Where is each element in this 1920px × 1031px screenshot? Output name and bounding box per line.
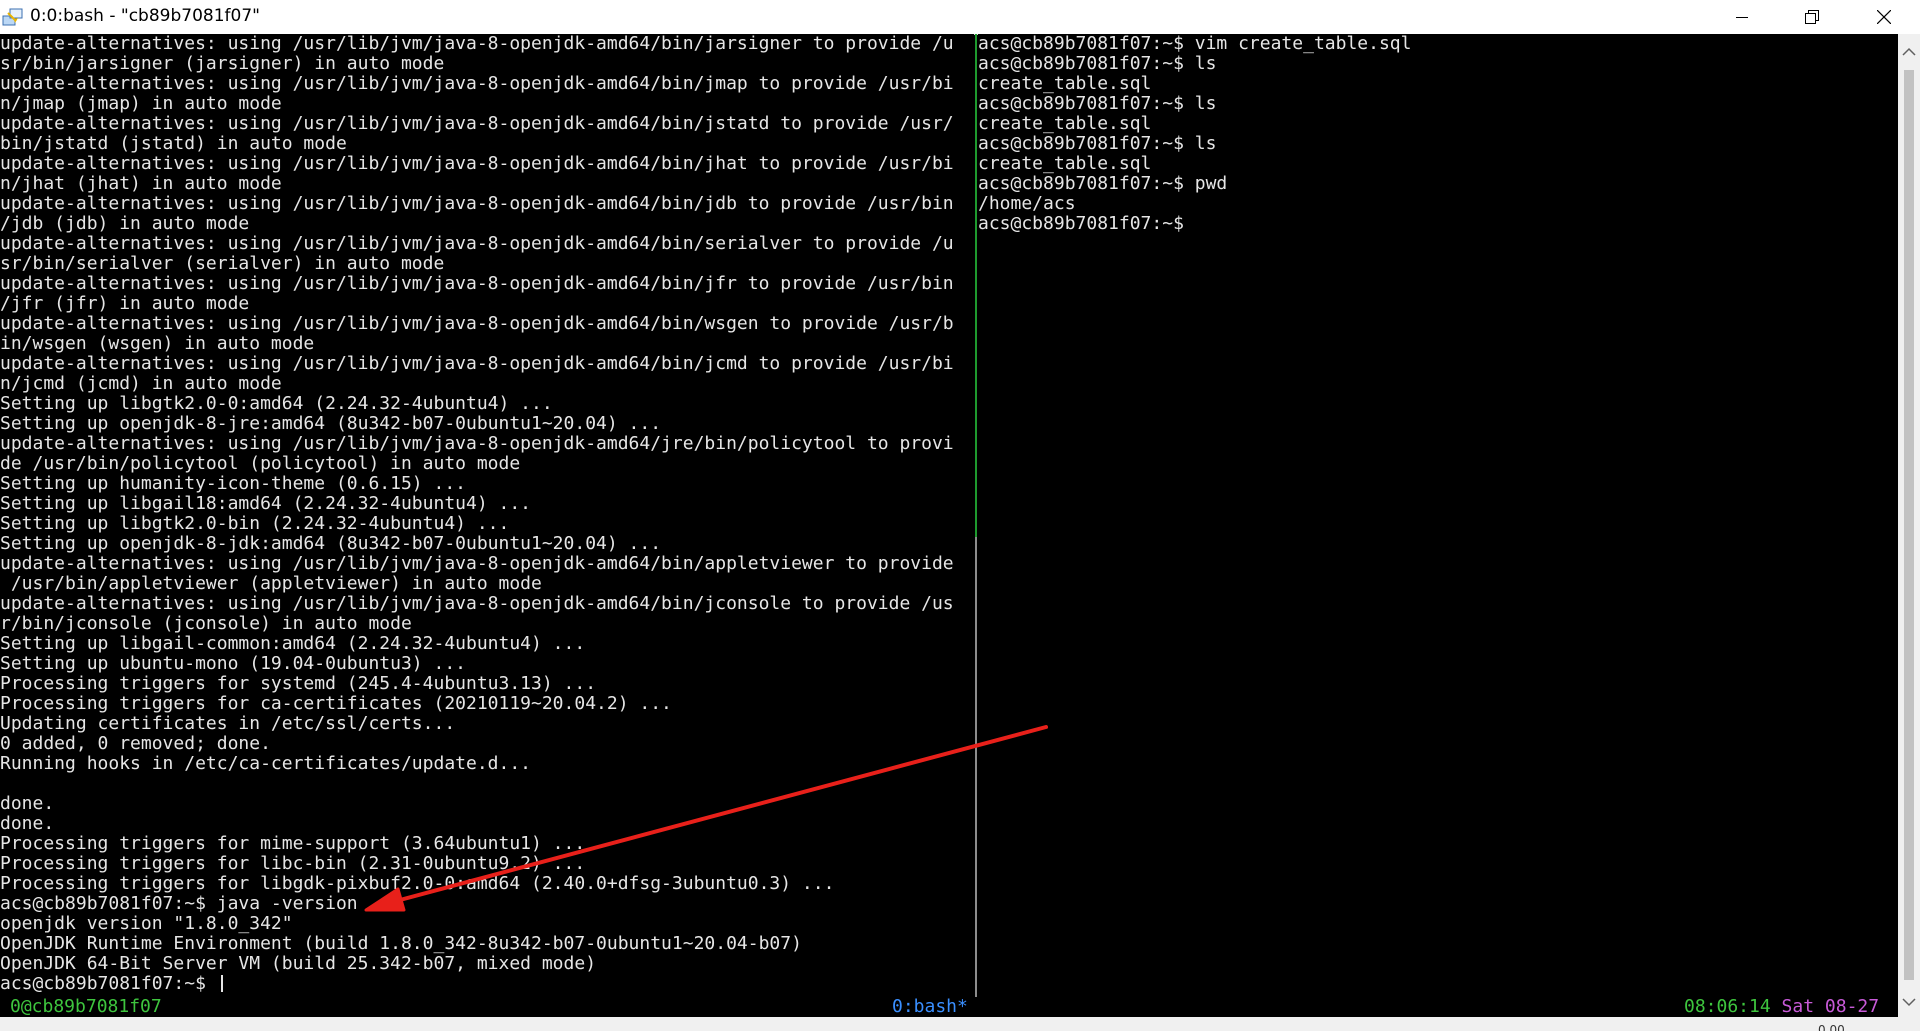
terminal-line: acs@cb89b7081f07:~$ java -version bbox=[0, 894, 358, 914]
status-time: 08:06:14 bbox=[1684, 996, 1771, 1017]
restore-icon bbox=[1805, 10, 1819, 24]
terminal-line: n/jhat (jhat) in auto mode bbox=[0, 174, 282, 194]
terminal-line: create_table.sql bbox=[978, 154, 1152, 174]
terminal-line: Setting up libgtk2.0-bin (2.24.32-4ubunt… bbox=[0, 514, 510, 534]
terminal-line: update-alternatives: using /usr/lib/jvm/… bbox=[0, 34, 954, 54]
terminal-line: create_table.sql bbox=[978, 114, 1152, 134]
close-icon bbox=[1877, 10, 1891, 24]
close-button[interactable] bbox=[1856, 0, 1912, 34]
tmux-status-bar: 0@cb89b7081f07 0:bash* 08:06:14 Sat 08-2… bbox=[0, 997, 1898, 1017]
terminal-line: Processing triggers for libc-bin (2.31-0… bbox=[0, 854, 586, 874]
terminal-line: 0 added, 0 removed; done. bbox=[0, 734, 271, 754]
terminal-line: /home/acs bbox=[978, 194, 1076, 214]
terminal-line: update-alternatives: using /usr/lib/jvm/… bbox=[0, 74, 954, 94]
terminal-line: sr/bin/jarsigner (jarsigner) in auto mod… bbox=[0, 54, 445, 74]
minimize-icon bbox=[1736, 17, 1748, 18]
shell-prompt: acs@cb89b7081f07:~$ bbox=[0, 974, 217, 994]
terminal-line: update-alternatives: using /usr/lib/jvm/… bbox=[0, 554, 954, 574]
left-pane-prompt-line[interactable]: acs@cb89b7081f07:~$ bbox=[0, 974, 974, 994]
text-cursor bbox=[220, 975, 223, 992]
terminal-window: 0:0:bash - "cb89b7081f07" update-alterna… bbox=[0, 0, 1920, 1031]
window-name-tab[interactable]: 0:bash* bbox=[892, 997, 968, 1017]
terminal-line: /jdb (jdb) in auto mode bbox=[0, 214, 250, 234]
terminal-line: Processing triggers for mime-support (3.… bbox=[0, 834, 586, 854]
terminal-line: update-alternatives: using /usr/lib/jvm/… bbox=[0, 114, 954, 134]
terminal-line: acs@cb89b7081f07:~$ bbox=[978, 214, 1184, 234]
terminal-line: update-alternatives: using /usr/lib/jvm/… bbox=[0, 314, 954, 334]
scroll-up-arrow-icon[interactable] bbox=[1902, 44, 1916, 62]
terminal-line: acs@cb89b7081f07:~$ vim create_table.sql bbox=[978, 34, 1412, 54]
terminal-line: Setting up humanity-icon-theme (0.6.15) … bbox=[0, 474, 466, 494]
terminal-line: Updating certificates in /etc/ssl/certs.… bbox=[0, 714, 456, 734]
terminal-line: Setting up libgail18:amd64 (2.24.32-4ubu… bbox=[0, 494, 532, 514]
scroll-down-arrow-icon[interactable] bbox=[1902, 994, 1916, 1012]
terminal-line: /usr/bin/appletviewer (appletviewer) in … bbox=[0, 574, 542, 594]
inactive-pane-border bbox=[975, 537, 977, 997]
vertical-scrollbar[interactable] bbox=[1898, 34, 1920, 1017]
terminal-line: Processing triggers for ca-certificates … bbox=[0, 694, 672, 714]
terminal-line: Setting up libgtk2.0-0:amd64 (2.24.32-4u… bbox=[0, 394, 553, 414]
terminal-line: /jfr (jfr) in auto mode bbox=[0, 294, 250, 314]
terminal-line: done. bbox=[0, 814, 55, 834]
terminal-line: in/wsgen (wsgen) in auto mode bbox=[0, 334, 315, 354]
active-pane-border bbox=[975, 34, 977, 537]
putty-terminal-icon[interactable] bbox=[2, 7, 24, 27]
terminal-line: OpenJDK 64-Bit Server VM (build 25.342-b… bbox=[0, 954, 597, 974]
session-name: 0@cb89b7081f07 bbox=[10, 996, 162, 1017]
terminal-line: Running hooks in /etc/ca-certificates/up… bbox=[0, 754, 532, 774]
terminal-line: openjdk version "1.8.0_342" bbox=[0, 914, 293, 934]
terminal-line: Setting up ubuntu-mono (19.04-0ubuntu3) … bbox=[0, 654, 466, 674]
terminal-line: sr/bin/serialver (serialver) in auto mod… bbox=[0, 254, 445, 274]
terminal-line: Processing triggers for systemd (245.4-4… bbox=[0, 674, 597, 694]
bottom-strip-text: 0.00 bbox=[1818, 1023, 1845, 1031]
restore-button[interactable] bbox=[1784, 0, 1840, 34]
terminal-line: Setting up openjdk-8-jdk:amd64 (8u342-b0… bbox=[0, 534, 662, 554]
left-terminal-pane[interactable]: update-alternatives: using /usr/lib/jvm/… bbox=[0, 34, 974, 997]
terminal-line: update-alternatives: using /usr/lib/jvm/… bbox=[0, 274, 954, 294]
minimize-button[interactable] bbox=[1714, 0, 1770, 34]
window-title: 0:0:bash - "cb89b7081f07" bbox=[30, 6, 260, 26]
terminal-line: update-alternatives: using /usr/lib/jvm/… bbox=[0, 594, 954, 614]
terminal-line: done. bbox=[0, 794, 55, 814]
terminal-line: update-alternatives: using /usr/lib/jvm/… bbox=[0, 154, 954, 174]
terminal-line: acs@cb89b7081f07:~$ ls bbox=[978, 54, 1217, 74]
terminal-line: acs@cb89b7081f07:~$ pwd bbox=[978, 174, 1228, 194]
terminal-line: Processing triggers for libgdk-pixbuf2.0… bbox=[0, 874, 835, 894]
terminal-line: Setting up openjdk-8-jre:amd64 (8u342-b0… bbox=[0, 414, 662, 434]
terminal-line: n/jcmd (jcmd) in auto mode bbox=[0, 374, 282, 394]
status-clock: 08:06:14 Sat 08-27 bbox=[1684, 997, 1879, 1017]
right-pane-output: acs@cb89b7081f07:~$ vim create_table.sql… bbox=[978, 34, 1898, 234]
left-pane-output: update-alternatives: using /usr/lib/jvm/… bbox=[0, 34, 974, 974]
bottom-strip: 0.00 bbox=[0, 1017, 1920, 1031]
terminal-line: update-alternatives: using /usr/lib/jvm/… bbox=[0, 434, 954, 454]
terminal-line: bin/jstatd (jstatd) in auto mode bbox=[0, 134, 347, 154]
right-terminal-pane[interactable]: acs@cb89b7081f07:~$ vim create_table.sql… bbox=[978, 34, 1898, 997]
terminal-line: create_table.sql bbox=[978, 74, 1152, 94]
terminal-line: acs@cb89b7081f07:~$ ls bbox=[978, 134, 1217, 154]
terminal-line: update-alternatives: using /usr/lib/jvm/… bbox=[0, 194, 954, 214]
terminal-line: Setting up libgail-common:amd64 (2.24.32… bbox=[0, 634, 586, 654]
terminal-line: acs@cb89b7081f07:~$ ls bbox=[978, 94, 1217, 114]
title-bar[interactable]: 0:0:bash - "cb89b7081f07" bbox=[0, 0, 1920, 35]
status-date: Sat 08-27 bbox=[1781, 996, 1880, 1017]
terminal-line: r/bin/jconsole (jconsole) in auto mode bbox=[0, 614, 412, 634]
terminal-line: de /usr/bin/policytool (policytool) in a… bbox=[0, 454, 521, 474]
scrollbar-thumb[interactable] bbox=[1904, 70, 1914, 980]
terminal-line: update-alternatives: using /usr/lib/jvm/… bbox=[0, 234, 954, 254]
terminal-line: update-alternatives: using /usr/lib/jvm/… bbox=[0, 354, 954, 374]
terminal-line: OpenJDK Runtime Environment (build 1.8.0… bbox=[0, 934, 802, 954]
terminal-line: n/jmap (jmap) in auto mode bbox=[0, 94, 282, 114]
